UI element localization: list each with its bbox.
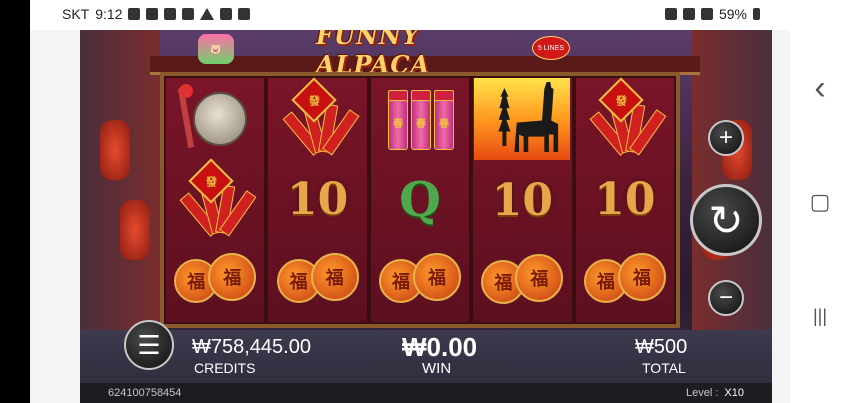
reel-cell: 福福 bbox=[268, 241, 366, 322]
recents-button[interactable]: ||| bbox=[808, 304, 832, 328]
warning-icon bbox=[200, 8, 215, 20]
reel-cell: 福福 bbox=[371, 241, 469, 322]
reel-cell: 發 bbox=[576, 77, 674, 159]
symbol-ten: 10 bbox=[286, 174, 349, 226]
lines-badge: 5 LINES bbox=[532, 36, 570, 60]
symbol-fu-lanterns: 福福 bbox=[479, 253, 565, 310]
level-indicator: Level : X10 bbox=[686, 387, 744, 399]
reel-cell bbox=[166, 78, 264, 159]
win-label: WIN bbox=[422, 360, 452, 377]
reel-cell: 發 bbox=[166, 158, 264, 240]
reel-cell: 發 bbox=[268, 77, 366, 159]
total-bet-value: ₩500 bbox=[635, 336, 688, 358]
clock: 9:12 bbox=[95, 6, 123, 22]
wifi-icon bbox=[682, 8, 695, 20]
reel-5: 發 10 福福 bbox=[575, 77, 675, 322]
level-label: Level : bbox=[686, 387, 719, 399]
credits-value: ₩758,445.00 bbox=[192, 336, 311, 358]
symbol-ten: 10 bbox=[594, 174, 656, 226]
battery-level: 59% bbox=[718, 6, 747, 22]
session-id: 624100758454 bbox=[108, 387, 182, 399]
dollar-icon bbox=[146, 8, 159, 20]
message-icon bbox=[128, 8, 141, 20]
calendar-icon bbox=[238, 8, 251, 20]
reel-1: 發福福 bbox=[166, 78, 265, 322]
reel-cell: 春春春 bbox=[371, 78, 469, 159]
symbol-ten: 10 bbox=[491, 175, 554, 226]
phone-screen: SKT 9:12 59% 🐷 FUNNY ALPACA 5 LINES 發 福 … bbox=[30, 0, 850, 403]
game-footer: 624100758454 Level : X10 bbox=[80, 383, 772, 403]
bet-increase-button[interactable]: + bbox=[708, 120, 744, 156]
symbol-q: Q bbox=[399, 171, 441, 228]
game-logo: FUNNY ALPACA bbox=[316, 30, 536, 79]
slot-game: 🐷 FUNNY ALPACA 5 LINES 發福福發 10 福福春春春 Q 福福 10 福… bbox=[80, 30, 772, 403]
reel-cell: 福福 bbox=[166, 241, 264, 322]
reel-cell: 福福 bbox=[473, 241, 571, 322]
symbol-fu-lanterns: 福福 bbox=[582, 253, 668, 309]
total-bet-label: TOTAL bbox=[642, 360, 686, 376]
carrier-label: SKT bbox=[62, 6, 90, 22]
symbol-firecracker-bundle: 發 bbox=[585, 77, 667, 156]
status-bar: SKT 9:12 59% bbox=[30, 0, 790, 30]
win-value: ₩0.00 bbox=[402, 332, 478, 362]
reel-cell: 10 bbox=[576, 159, 674, 240]
symbol-pagoda-alpaca bbox=[474, 78, 571, 160]
menu-button[interactable]: ☰ bbox=[124, 320, 174, 370]
notification-icon bbox=[164, 8, 177, 20]
reel-cell: Q bbox=[371, 159, 469, 240]
symbol-fu-lanterns: 福福 bbox=[275, 253, 361, 309]
home-button[interactable]: ▢ bbox=[808, 190, 832, 214]
reel-cell: 10 bbox=[473, 160, 571, 241]
reel-2: 發 10 福福 bbox=[268, 77, 367, 322]
level-value: X10 bbox=[724, 387, 744, 399]
credits-label: CREDITS bbox=[194, 360, 256, 376]
symbol-fu-lanterns: 福福 bbox=[377, 253, 463, 309]
spin-button[interactable]: ↻ bbox=[690, 184, 762, 256]
reel-cell: 福福 bbox=[576, 241, 674, 322]
paw-icon bbox=[182, 8, 195, 20]
gallery-icon bbox=[220, 8, 233, 20]
android-nav-bar: ‹ ▢ ||| bbox=[790, 0, 850, 403]
lantern-decoration bbox=[100, 120, 130, 180]
reel-cell: 10 bbox=[268, 159, 366, 240]
reel-3: 春春春 Q 福福 bbox=[370, 78, 470, 322]
battery-icon bbox=[753, 8, 760, 20]
reel-grid: 發福福發 10 福福春春春 Q 福福 10 福福發 10 福福 bbox=[160, 72, 680, 328]
symbol-firecracker-bundle: 發 bbox=[278, 77, 360, 156]
reel-cell bbox=[473, 78, 571, 160]
back-button[interactable]: ‹ bbox=[808, 71, 832, 105]
bet-decrease-button[interactable]: − bbox=[708, 280, 744, 316]
mute-icon bbox=[664, 8, 677, 20]
left-building bbox=[80, 30, 160, 360]
symbol-firecrackers: 春春春 bbox=[380, 84, 460, 154]
symbol-firecracker-bundle: 發 bbox=[175, 158, 257, 237]
signal-icon bbox=[700, 8, 713, 20]
symbol-gong bbox=[175, 83, 255, 154]
reel-4: 10 福福 bbox=[473, 78, 572, 322]
lantern-decoration bbox=[120, 200, 150, 260]
symbol-fu-lanterns: 福福 bbox=[172, 253, 258, 309]
studio-logo: 🐷 bbox=[198, 34, 234, 64]
